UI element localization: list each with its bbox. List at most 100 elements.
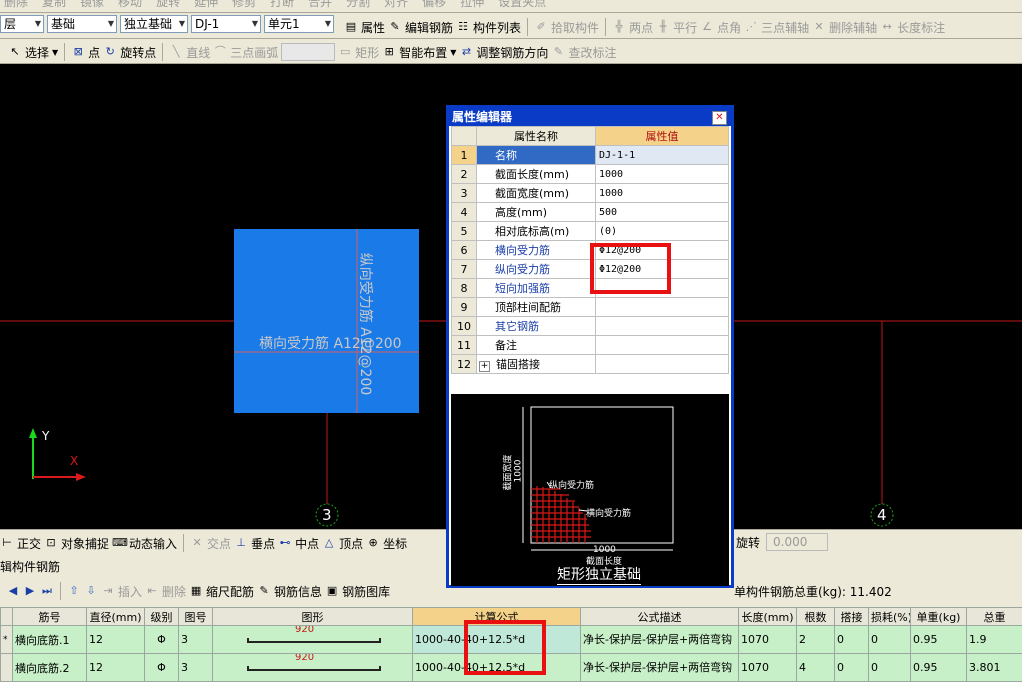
cell-name[interactable]: 横向底筋.1 [13, 626, 87, 654]
midpoint-button[interactable]: 中点 [295, 535, 319, 552]
type-dropdown[interactable]: 独立基础 [120, 15, 188, 33]
cell-lap[interactable]: 0 [835, 626, 869, 654]
layer-dropdown[interactable]: 层 [0, 15, 44, 33]
property-row[interactable]: 1名称DJ-1-1 [452, 146, 729, 165]
move-up-icon[interactable]: ⇧ [67, 584, 81, 598]
cell-name[interactable]: 横向底筋.2 [13, 654, 87, 682]
select-button[interactable]: 选择 [25, 44, 49, 61]
cell-count[interactable]: 4 [797, 654, 835, 682]
length-dim-button[interactable]: 长度标注 [897, 19, 945, 36]
component-list-button[interactable]: 构件列表 [473, 19, 521, 36]
three-point-axis-button[interactable]: 三点辅轴 [761, 19, 809, 36]
check-label-button[interactable]: 查改标注 [568, 44, 616, 61]
adjust-direction-button[interactable]: 调整钢筋方向 [476, 44, 548, 61]
property-row[interactable]: 12+锚固搭接 [452, 355, 729, 374]
cell-grade[interactable]: Φ [145, 626, 179, 654]
last-icon[interactable]: ⏭ [40, 584, 54, 598]
cell-count[interactable]: 2 [797, 626, 835, 654]
object-snap-button[interactable]: 对象捕捉 [61, 535, 109, 552]
property-button[interactable]: 属性 [361, 19, 385, 36]
arc-button[interactable]: 三点画弧 [230, 44, 278, 61]
delete-axis-button[interactable]: 删除辅轴 [829, 19, 877, 36]
property-value[interactable]: (0) [596, 222, 729, 241]
top-tool-9[interactable]: 分割 [346, 0, 370, 10]
first-icon[interactable]: ◀ [6, 584, 20, 598]
intersection-button[interactable]: 交点 [207, 535, 231, 552]
property-row[interactable]: 10其它钢筋 [452, 317, 729, 336]
delete-button[interactable]: 删除 [162, 583, 186, 600]
rebar-library-button[interactable]: 钢筋图库 [342, 583, 390, 600]
perpendicular-button[interactable]: 垂点 [251, 535, 275, 552]
move-down-icon[interactable]: ⇩ [84, 584, 98, 598]
cell-lap[interactable]: 0 [835, 654, 869, 682]
property-value[interactable]: DJ-1-1 [596, 146, 729, 165]
property-value[interactable]: 1000 [596, 165, 729, 184]
top-tool-10[interactable]: 对齐 [384, 0, 408, 10]
cell-unit-weight[interactable]: 0.95 [911, 626, 967, 654]
category-dropdown[interactable]: 基础 [47, 15, 117, 33]
rebar-info-button[interactable]: 钢筋信息 [274, 583, 322, 600]
property-value[interactable] [596, 317, 729, 336]
pick-component-button[interactable]: 拾取构件 [551, 19, 599, 36]
cell-fig[interactable]: 3 [179, 654, 213, 682]
property-row[interactable]: 4高度(mm)500 [452, 203, 729, 222]
property-row[interactable]: 2截面长度(mm)1000 [452, 165, 729, 184]
dynamic-input-button[interactable]: 动态输入 [129, 535, 177, 552]
parallel-button[interactable]: 平行 [673, 19, 697, 36]
cell-desc[interactable]: 净长-保护层-保护层+两倍弯钩 [581, 654, 739, 682]
property-value[interactable] [596, 336, 729, 355]
cell-loss[interactable]: 0 [869, 626, 911, 654]
two-point-button[interactable]: 两点 [629, 19, 653, 36]
top-tool-13[interactable]: 设置夹点 [498, 0, 546, 10]
property-row[interactable]: 9顶部柱间配筋 [452, 298, 729, 317]
ortho-button[interactable]: 正交 [17, 535, 41, 552]
point-button[interactable]: 点 [88, 44, 100, 61]
rotate-input[interactable]: 0.000 [766, 533, 828, 551]
cell-total[interactable]: 1.9 [967, 626, 1022, 654]
point-angle-button[interactable]: 点角 [717, 19, 741, 36]
cell-length[interactable]: 1070 [739, 626, 797, 654]
component-dropdown[interactable]: DJ-1 [191, 15, 261, 33]
insert-button[interactable]: 插入 [118, 583, 142, 600]
close-icon[interactable]: ✕ [712, 111, 727, 125]
cell-shape[interactable]: 920 [213, 626, 413, 654]
property-editor-title-bar[interactable]: 属性编辑器 ✕ [449, 108, 731, 126]
cell-loss[interactable]: 0 [869, 654, 911, 682]
property-value[interactable] [596, 298, 729, 317]
scale-rebar-button[interactable]: 缩尺配筋 [206, 583, 254, 600]
rect-button[interactable]: 矩形 [355, 44, 379, 61]
top-tool-1[interactable]: 复制 [42, 0, 66, 10]
top-tool-3[interactable]: 移动 [118, 0, 142, 10]
coordinate-button[interactable]: 坐标 [383, 535, 407, 552]
top-tool-8[interactable]: 合并 [308, 0, 332, 10]
property-row[interactable]: 3截面宽度(mm)1000 [452, 184, 729, 203]
unit-dropdown[interactable]: 单元1 [264, 15, 334, 33]
cell-unit-weight[interactable]: 0.95 [911, 654, 967, 682]
smart-layout-button[interactable]: 智能布置 [399, 44, 447, 61]
property-value[interactable]: 1000 [596, 184, 729, 203]
arc-param-dropdown[interactable] [281, 43, 335, 61]
cell-dia[interactable]: 12 [87, 654, 145, 682]
edit-rebar-button[interactable]: 编辑钢筋 [405, 19, 453, 36]
cell-desc[interactable]: 净长-保护层-保护层+两倍弯钩 [581, 626, 739, 654]
top-tool-12[interactable]: 拉伸 [460, 0, 484, 10]
next-icon[interactable]: ▶ [23, 584, 37, 598]
line-button[interactable]: 直线 [186, 44, 210, 61]
top-tool-7[interactable]: 打断 [270, 0, 294, 10]
property-value[interactable] [596, 355, 729, 374]
property-value[interactable]: 500 [596, 203, 729, 222]
cell-length[interactable]: 1070 [739, 654, 797, 682]
rotate-point-button[interactable]: 旋转点 [120, 44, 156, 61]
cell-total[interactable]: 3.801 [967, 654, 1022, 682]
expand-icon[interactable]: + [479, 361, 490, 372]
cell-shape[interactable]: 920 [213, 654, 413, 682]
property-row[interactable]: 5相对底标高(m)(0) [452, 222, 729, 241]
top-tool-4[interactable]: 旋转 [156, 0, 180, 10]
cell-dia[interactable]: 12 [87, 626, 145, 654]
top-tool-11[interactable]: 偏移 [422, 0, 446, 10]
vertex-button[interactable]: 顶点 [339, 535, 363, 552]
cell-grade[interactable]: Φ [145, 654, 179, 682]
cell-fig[interactable]: 3 [179, 626, 213, 654]
top-tool-2[interactable]: 镜像 [80, 0, 104, 10]
property-row[interactable]: 11备注 [452, 336, 729, 355]
